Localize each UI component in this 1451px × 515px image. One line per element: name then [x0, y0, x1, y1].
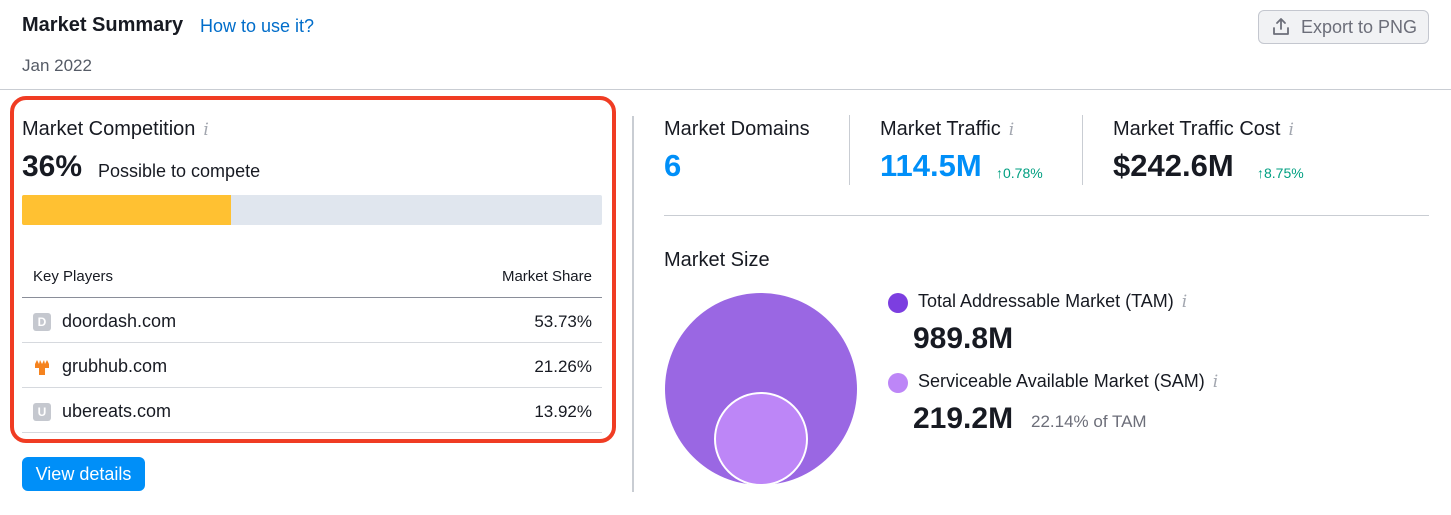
competition-progress-bar [22, 195, 602, 225]
market-traffic-title: Market Traffic i [880, 118, 1014, 141]
market-share-value: 21.26% [534, 357, 592, 376]
how-to-use-link[interactable]: How to use it? [200, 16, 314, 37]
tam-value: 989.8M [913, 322, 1014, 355]
info-icon[interactable]: i [1213, 372, 1218, 392]
sam-label-row: Serviceable Available Market (SAM) i [918, 371, 1218, 392]
competition-percent: 36% [22, 150, 83, 183]
market-traffic-cost-label: Market Traffic Cost [1113, 118, 1281, 140]
vertical-divider [632, 116, 634, 492]
competition-subtitle: Possible to compete [98, 161, 261, 181]
col-key-players: Key Players [33, 268, 114, 285]
market-competition-title: Market Competition i [22, 118, 209, 141]
market-size-title: Market Size [664, 249, 770, 271]
info-icon[interactable]: i [1288, 120, 1293, 140]
info-icon[interactable]: i [1009, 120, 1014, 140]
sam-circle [714, 392, 808, 486]
info-icon[interactable]: i [1182, 292, 1187, 312]
horizontal-divider [664, 215, 1429, 216]
table-row[interactable]: D doordash.com 53.73% [22, 298, 602, 343]
grubhub-favicon-icon [33, 358, 51, 376]
sam-label: Serviceable Available Market (SAM) [918, 371, 1205, 391]
arrow-up-icon: ↑ [996, 165, 1003, 181]
market-traffic-label: Market Traffic [880, 118, 1001, 140]
tam-legend-dot [888, 293, 908, 313]
market-traffic-cost-value: $242.6M [1113, 148, 1234, 183]
market-traffic-delta-value: 0.78% [1003, 165, 1043, 181]
competition-progress-fill [22, 195, 231, 225]
table-row[interactable]: grubhub.com 21.26% [22, 343, 602, 388]
date-label: Jan 2022 [22, 56, 92, 75]
tam-label: Total Addressable Market (TAM) [918, 291, 1174, 311]
ubereats-favicon-icon: U [33, 403, 51, 421]
market-traffic-cost-title: Market Traffic Cost i [1113, 118, 1294, 141]
col-market-share: Market Share [501, 268, 592, 285]
domain-name[interactable]: ubereats.com [62, 401, 171, 422]
market-traffic-cost-delta-value: 8.75% [1264, 165, 1304, 181]
doordash-favicon-icon: D [33, 313, 51, 331]
tam-label-row: Total Addressable Market (TAM) i [918, 291, 1187, 312]
market-share-value: 13.92% [534, 402, 592, 421]
page-title: Market Summary [22, 14, 184, 36]
market-traffic-cost-delta: ↑8.75% [1257, 165, 1304, 181]
sam-value: 219.2M [913, 402, 1014, 435]
export-png-button[interactable]: Export to PNG [1258, 10, 1429, 44]
domain-name[interactable]: doordash.com [62, 311, 176, 332]
market-traffic-value[interactable]: 114.5M [880, 148, 982, 184]
market-domains-label: Market Domains [664, 118, 810, 140]
table-row[interactable]: U ubereats.com 13.92% [22, 388, 602, 433]
market-traffic-delta: ↑0.78% [996, 165, 1043, 181]
market-size-venn [665, 293, 857, 486]
metric-divider [1082, 115, 1083, 185]
sam-legend-dot [888, 373, 908, 393]
view-details-button[interactable]: View details [22, 457, 145, 491]
sam-note: 22.14% of TAM [1031, 412, 1147, 431]
key-players-table-header: Key Players Market Share [22, 262, 602, 298]
arrow-up-icon: ↑ [1257, 165, 1264, 181]
upload-icon [1273, 18, 1289, 35]
market-domains-value[interactable]: 6 [664, 148, 681, 184]
market-share-value: 53.73% [534, 312, 592, 331]
header: Market Summary How to use it? Jan 2022 E… [0, 0, 1451, 90]
market-competition-label: Market Competition [22, 118, 196, 140]
export-label: Export to PNG [1301, 16, 1418, 37]
metric-divider [849, 115, 850, 185]
info-icon[interactable]: i [203, 120, 208, 140]
domain-name[interactable]: grubhub.com [62, 356, 167, 377]
